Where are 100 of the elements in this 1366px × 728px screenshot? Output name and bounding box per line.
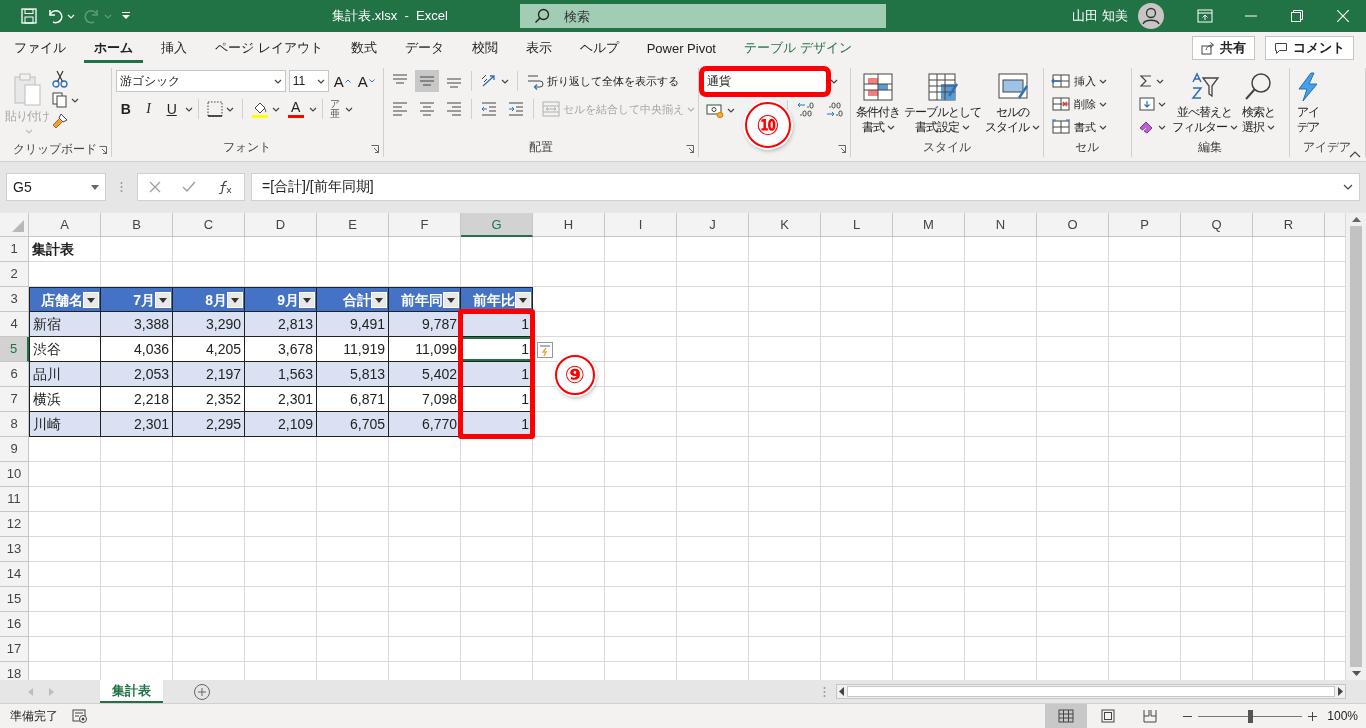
ribbon-tab[interactable]: 表示 [515,33,562,63]
column-header[interactable]: A [29,213,101,237]
font-color-button[interactable]: A [285,100,306,118]
zoom-level[interactable]: 100% [1327,709,1358,723]
row-header[interactable]: 12 [0,512,29,537]
column-header[interactable]: Q [1181,213,1253,237]
ribbon-tab[interactable]: テーブル デザイン [734,33,862,63]
cell-command-button[interactable]: 挿入 [1047,70,1110,92]
row-header[interactable]: 13 [0,537,29,562]
ribbon-tab[interactable]: 校閲 [461,33,508,63]
zoom-slider[interactable] [1198,709,1303,723]
table-cell[interactable]: 川崎 [29,412,101,437]
ribbon-tab[interactable]: 数式 [340,33,387,63]
ribbon-tab[interactable]: ヘルプ [569,33,629,63]
table-cell[interactable]: 1 [461,337,533,362]
table-cell[interactable]: 新宿 [29,312,101,337]
expand-icon[interactable] [1343,184,1353,190]
italic-button[interactable]: I [138,98,159,120]
check-icon[interactable] [182,181,196,193]
column-header[interactable]: F [389,213,461,237]
table-cell[interactable]: 2,295 [173,412,245,437]
macro-record-icon[interactable] [72,709,88,723]
scissors-icon[interactable] [52,70,68,88]
sheet-tab[interactable]: 集計表 [100,680,163,703]
vertical-align-button[interactable] [414,70,439,92]
column-header[interactable]: H [533,213,605,237]
table-cell[interactable]: 品川 [29,362,101,387]
table-cell[interactable]: 5,813 [317,362,389,387]
table-cell[interactable]: 9,787 [389,312,461,337]
row-header[interactable]: 6 [0,362,29,387]
table-cell[interactable]: 6,770 [389,412,461,437]
table-cell[interactable]: 9,491 [317,312,389,337]
row-header[interactable]: 1 [0,237,29,262]
copy-button[interactable] [52,92,79,108]
column-header[interactable]: K [749,213,821,237]
cell-command-button[interactable]: 書式 [1047,116,1110,138]
ribbon-tab[interactable]: データ [394,33,454,63]
row-header[interactable]: 18 [0,662,29,680]
vertical-scrollbar[interactable] [1345,213,1366,680]
ribbon-tab[interactable]: ファイル [4,33,76,63]
row-header[interactable]: 2 [0,262,29,287]
table-cell[interactable]: 3,290 [173,312,245,337]
style-button[interactable]: 条件付き 書式 [855,70,902,137]
row-header[interactable]: 5 [0,337,29,362]
shrink-font-button[interactable]: A [355,70,377,92]
search-field[interactable]: 検索 [520,4,886,28]
dialog-launcher-icon[interactable] [838,145,847,153]
ribbon-tab[interactable]: ページ レイアウト [205,33,333,63]
add-sheet-icon[interactable] [193,682,211,701]
table-cell[interactable]: 5,402 [389,362,461,387]
table-cell[interactable]: 2,053 [101,362,173,387]
comment-button[interactable]: コメント [1265,36,1354,60]
column-header[interactable]: R [1253,213,1325,237]
wrap-text-button[interactable]: 折り返して全体を表示する [522,70,682,92]
dialog-launcher-icon[interactable] [98,146,107,154]
collapse-ribbon-icon[interactable] [1349,151,1361,158]
filter-dropdown-button[interactable] [515,291,531,308]
dialog-launcher-icon[interactable] [685,145,694,153]
row-header[interactable]: 7 [0,387,29,412]
row-header[interactable]: 14 [0,562,29,587]
phonetic-guide-button[interactable]: ア 亜 [327,99,342,119]
row-header[interactable]: 3 [0,287,29,312]
ideas-button[interactable]: アイ デア [1293,70,1322,137]
table-cell[interactable]: 2,813 [245,312,317,337]
ribbon-tab[interactable]: 挿入 [151,33,197,63]
row-header[interactable]: 16 [0,612,29,637]
formula-field[interactable]: =[合計]/[前年同期] [251,173,1360,201]
table-cell[interactable]: 2,301 [101,412,173,437]
row-header[interactable]: 17 [0,637,29,662]
horizontal-scrollbar[interactable] [836,684,1346,699]
font-name-field[interactable]: 游ゴシック [115,70,286,92]
row-header[interactable]: 4 [0,312,29,337]
save-icon[interactable] [20,7,38,25]
user-avatar-icon[interactable] [1138,3,1164,29]
column-header[interactable]: C [173,213,245,237]
sort-filter-button[interactable]: 並べ替えと フィルター [1170,70,1239,137]
underline-button[interactable]: U [161,98,182,120]
column-header[interactable]: M [893,213,965,237]
filter-dropdown-button[interactable] [371,291,387,308]
column-header[interactable]: L [821,213,893,237]
dialog-launcher-icon[interactable] [370,145,379,153]
table-cell[interactable]: 1 [461,362,533,387]
grow-font-button[interactable]: A [331,70,353,92]
table-cell[interactable]: 3,388 [101,312,173,337]
share-button[interactable]: 共有 [1192,36,1255,60]
customize-icon[interactable] [120,11,132,21]
filter-dropdown-button[interactable] [443,291,459,308]
undo-button[interactable] [46,7,75,25]
filter-dropdown-button[interactable] [227,291,243,308]
column-header[interactable]: N [965,213,1037,237]
row-header[interactable]: 8 [0,412,29,437]
ribbon-tab[interactable]: Power Pivot [636,33,726,63]
name-box[interactable]: G5 [6,173,106,201]
column-header[interactable]: B [101,213,173,237]
table-cell[interactable]: 6,705 [317,412,389,437]
column-header[interactable]: G [461,213,533,237]
column-header[interactable]: E [317,213,389,237]
function-icon[interactable] [217,180,234,194]
table-cell[interactable]: 2,197 [173,362,245,387]
column-header[interactable]: J [677,213,749,237]
